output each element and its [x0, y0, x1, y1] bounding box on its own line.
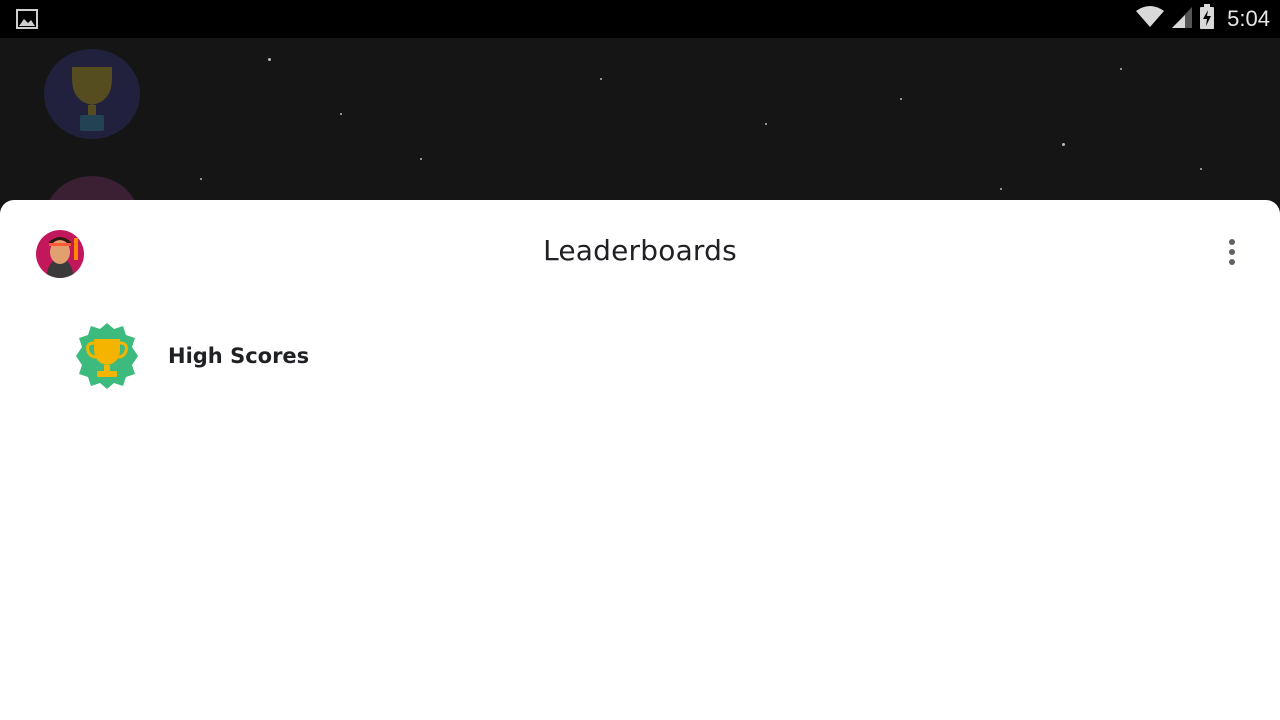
trophy-icon [72, 321, 142, 391]
image-notification-icon [16, 9, 38, 29]
star [420, 158, 422, 160]
star [765, 123, 767, 125]
star [600, 78, 602, 80]
leaderboards-sheet: Leaderboards High Scores [0, 200, 1280, 720]
star [900, 98, 902, 100]
page-title: Leaderboards [543, 234, 737, 267]
leaderboard-item-label: High Scores [168, 344, 310, 368]
trophy-badge-icon [44, 49, 140, 139]
wifi-icon [1135, 5, 1165, 34]
cell-signal-icon [1171, 5, 1193, 34]
leaderboard-item-high-scores[interactable]: High Scores [60, 316, 1220, 396]
more-vert-icon [1228, 238, 1236, 271]
battery-charging-icon [1199, 3, 1215, 35]
star [268, 58, 271, 61]
star [1000, 188, 1002, 190]
star [1120, 68, 1122, 70]
status-icons: 5:04 [1135, 0, 1270, 38]
status-time: 5:04 [1227, 6, 1270, 31]
status-bar: 5:04 [0, 0, 1280, 38]
more-options-button[interactable] [1216, 236, 1248, 272]
star [1200, 168, 1202, 170]
star [1062, 143, 1065, 146]
star [200, 178, 202, 180]
star [340, 113, 342, 115]
